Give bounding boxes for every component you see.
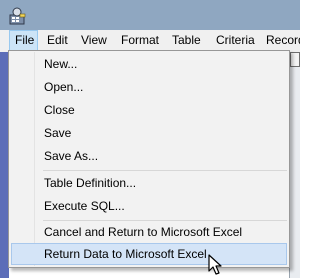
menu-separator (43, 170, 287, 171)
menu-file[interactable]: File (9, 30, 38, 51)
menu-item-close[interactable]: Close (11, 99, 287, 121)
mouse-pointer-icon (208, 254, 222, 275)
menu-edit[interactable]: Edit (47, 30, 68, 51)
toolbar-button[interactable] (290, 52, 300, 67)
menu-item-execute-sql[interactable]: Execute SQL... (11, 195, 287, 217)
menu-item-open[interactable]: Open... (11, 76, 287, 98)
query-app-icon[interactable] (8, 7, 26, 25)
menu-table[interactable]: Table (172, 30, 201, 51)
menu-item-new[interactable]: New... (11, 53, 287, 75)
right-toolbar-strip (289, 51, 300, 278)
menu-criteria[interactable]: Criteria (216, 30, 255, 51)
file-menu-dropdown: New... Open... Close Save Save As... Tab… (8, 50, 290, 268)
menu-item-return-data-excel[interactable]: Return Data to Microsoft Excel (11, 243, 287, 265)
menu-bar: File Edit View Format Table Criteria Rec… (0, 30, 300, 52)
title-bar (0, 0, 300, 30)
menu-records[interactable]: Records (266, 30, 300, 51)
application-window: File Edit View Format Table Criteria Rec… (0, 0, 300, 278)
menu-item-save[interactable]: Save (11, 122, 287, 144)
menu-item-table-definition[interactable]: Table Definition... (11, 172, 287, 194)
menu-view[interactable]: View (81, 30, 107, 51)
menu-item-save-as[interactable]: Save As... (11, 145, 287, 167)
menu-format[interactable]: Format (121, 30, 159, 51)
menu-item-cancel-return-excel[interactable]: Cancel and Return to Microsoft Excel (11, 221, 287, 243)
